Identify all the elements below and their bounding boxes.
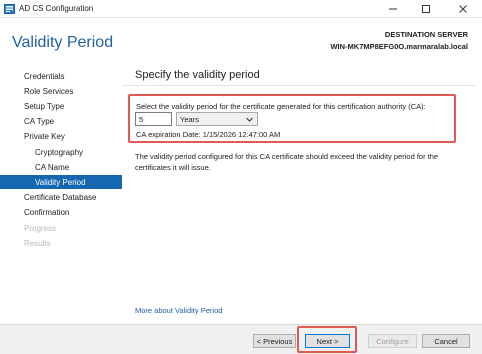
nav-item-results: Results <box>24 238 51 248</box>
previous-button[interactable]: < Previous <box>253 334 296 348</box>
nav-item-private-key[interactable]: Private Key <box>0 129 122 143</box>
nav-item-cryptography[interactable]: Cryptography <box>0 145 122 159</box>
nav-item-credentials[interactable]: Credentials <box>0 69 122 83</box>
destination-server-label: DESTINATION SERVER <box>384 30 468 39</box>
destination-server-name: WIN-MK7MP8EFG0O.marmaralab.local <box>330 42 468 51</box>
validity-highlight-box <box>128 94 456 143</box>
nav-item-role-services[interactable]: Role Services <box>0 84 122 98</box>
nav-item-validity-period[interactable]: Validity Period <box>0 175 122 189</box>
next-highlight-box <box>297 326 357 353</box>
close-button[interactable] <box>448 0 478 18</box>
nav-item-ca-type[interactable]: CA Type <box>0 114 122 128</box>
minimize-button[interactable] <box>378 0 408 18</box>
content-heading: Specify the validity period <box>135 69 260 81</box>
maximize-icon <box>422 5 430 13</box>
title-bar: AD CS Configuration <box>0 0 482 18</box>
wizard-header: Validity Period DESTINATION SERVER WIN-M… <box>0 18 482 64</box>
nav-item-certificate-database[interactable]: Certificate Database <box>0 190 122 204</box>
heading-divider <box>122 85 476 86</box>
nav-item-setup-type[interactable]: Setup Type <box>0 99 122 113</box>
minimize-icon <box>389 8 397 10</box>
nav-item-progress: Progress <box>24 223 57 233</box>
page-title: Validity Period <box>12 34 114 51</box>
maximize-button[interactable] <box>411 0 441 18</box>
window-title: AD CS Configuration <box>19 4 94 13</box>
nav-item-confirmation[interactable]: Confirmation <box>0 205 122 219</box>
nav-item-ca-name[interactable]: CA Name <box>0 160 122 174</box>
more-about-validity-link[interactable]: More about Validity Period <box>135 306 222 315</box>
close-icon <box>459 5 467 13</box>
cancel-button[interactable]: Cancel <box>422 334 470 348</box>
validity-info-text: The validity period configured for this … <box>135 152 439 172</box>
configure-button: Configure <box>368 334 417 348</box>
server-app-icon <box>4 4 15 14</box>
